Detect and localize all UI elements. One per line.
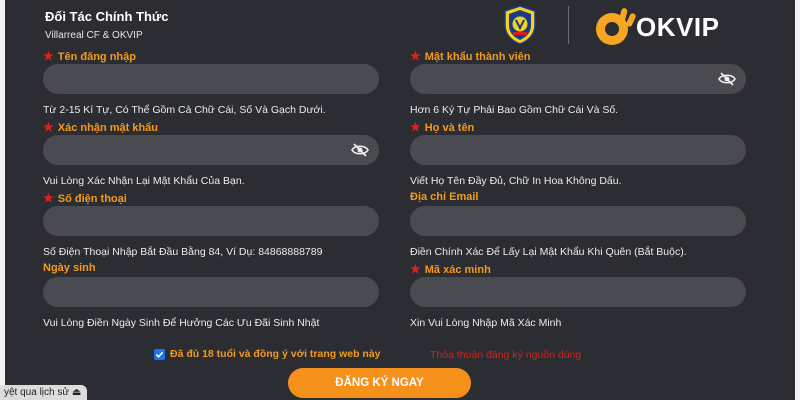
agreement-row: Đã đủ 18 tuổi và đồng ý với trang web nà… <box>154 348 381 360</box>
required-star-icon: ★ <box>410 49 421 63</box>
partner-title: Đối Tác Chính Thức <box>45 9 169 24</box>
confirm-password-label: ★ Xác nhận mật khẩu <box>43 120 159 134</box>
full-name-label: ★ Họ và tên <box>410 120 475 134</box>
password-label: ★ Mật khẩu thành viên <box>410 49 531 63</box>
email-input[interactable] <box>410 206 746 236</box>
villarreal-logo <box>502 5 538 45</box>
page-edge-left <box>0 0 5 400</box>
password-hint: Hơn 6 Ký Tự Phải Bao Gồm Chữ Cái Và Số. <box>410 104 619 116</box>
register-button[interactable]: ĐĂNG KÝ NGAY <box>288 368 471 398</box>
agreement-checkbox[interactable] <box>154 348 165 360</box>
okvip-wordmark: OKVIP <box>636 12 720 42</box>
phone-label: ★ Số điện thoại <box>43 191 127 205</box>
email-label: Địa chỉ Email <box>410 191 479 203</box>
captcha-hint: Xin Vui Lòng Nhập Mã Xác Minh <box>410 317 562 329</box>
partner-subtitle: Villarreal CF & OKVIP <box>45 30 143 41</box>
full-name-hint: Viết Họ Tên Đầy Đủ, Chữ In Hoa Không Dấu… <box>410 175 622 187</box>
phone-hint: Số Điện Thoại Nhập Bắt Đầu Bằng 84, Ví D… <box>43 246 323 258</box>
logo-divider <box>568 6 569 44</box>
email-hint: Điền Chính Xác Để Lấy Lại Mật Khẩu Khi Q… <box>410 246 687 258</box>
confirm-password-hint: Vui Lòng Xác Nhận Lại Mật Khẩu Của Bạn. <box>43 175 245 187</box>
full-name-input[interactable] <box>410 135 746 165</box>
password-input[interactable] <box>410 64 746 94</box>
confirm-password-input[interactable] <box>43 135 379 165</box>
agreement-text: Đã đủ 18 tuổi và đồng ý với trang web nà… <box>170 348 381 360</box>
required-star-icon: ★ <box>410 262 421 276</box>
eye-off-icon[interactable] <box>351 142 369 158</box>
required-star-icon: ★ <box>410 120 421 134</box>
required-star-icon: ★ <box>43 120 54 134</box>
required-star-icon: ★ <box>43 49 54 63</box>
required-star-icon: ★ <box>43 191 54 205</box>
birthday-hint: Vui Lòng Điền Ngày Sinh Để Hưởng Các Ưu … <box>43 317 320 329</box>
check-icon <box>155 351 164 358</box>
captcha-input[interactable] <box>410 277 746 307</box>
eye-off-icon[interactable] <box>718 71 736 87</box>
okvip-logo: OKVIP <box>590 5 750 47</box>
history-tab[interactable]: yệt qua lịch sử ⏏ <box>0 385 88 400</box>
username-label: ★ Tên đăng nhập <box>43 49 136 63</box>
birthday-input[interactable] <box>43 277 379 307</box>
history-tab-label: yệt qua lịch sử <box>4 387 70 398</box>
captcha-label: ★ Mã xác minh <box>410 262 491 276</box>
username-hint: Từ 2-15 Kí Tự, Có Thể Gồm Cả Chữ Cái, Số… <box>43 104 326 116</box>
page-edge-right <box>795 0 800 400</box>
terms-link[interactable]: Thỏa thuận đăng ký nguồn dùng <box>430 349 581 361</box>
username-input[interactable] <box>43 64 379 94</box>
birthday-label: Ngày sinh <box>43 262 96 274</box>
phone-input[interactable] <box>43 206 379 236</box>
eject-icon: ⏏ <box>71 387 82 398</box>
